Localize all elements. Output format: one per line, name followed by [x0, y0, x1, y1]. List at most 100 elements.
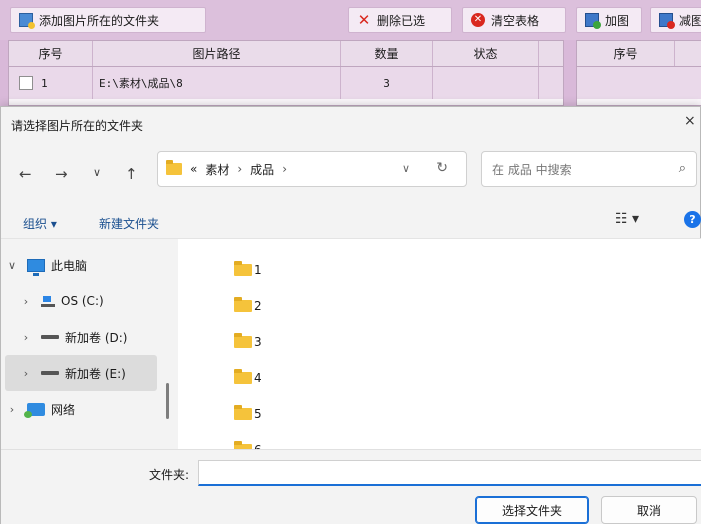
os-drive-icon — [41, 295, 55, 307]
select-folder-button[interactable]: 选择文件夹 — [475, 496, 589, 524]
col-extra — [539, 41, 563, 66]
tree-item-drive-d[interactable]: › 新加卷 (D:) — [5, 319, 157, 355]
tree-item-this-pc[interactable]: ∨ 此电脑 — [5, 247, 157, 283]
tree-scrollbar[interactable] — [166, 383, 169, 419]
folder-icon — [234, 261, 252, 276]
new-folder-button[interactable]: 新建文件夹 — [99, 215, 159, 232]
add-folder-button[interactable]: 添加图片所在的文件夹 — [10, 7, 206, 33]
list-item[interactable]: 2 — [234, 297, 262, 313]
add-image-button[interactable]: 加图 — [576, 7, 642, 33]
folder-icon — [234, 369, 252, 384]
app-toolbar: 添加图片所在的文件夹 ✕ 删除已选 ✕ 清空表格 加图 减图 — [0, 0, 701, 40]
back-icon[interactable]: ← — [19, 165, 32, 183]
folder-name: 3 — [254, 335, 262, 349]
search-icon[interactable]: ⌕ — [679, 161, 686, 176]
drive-icon — [41, 371, 59, 375]
folder-name: 2 — [254, 299, 262, 313]
col-index[interactable]: 序号 — [9, 41, 93, 66]
dialog-title: 请选择图片所在的文件夹 — [11, 119, 144, 133]
secondary-col-index[interactable]: 序号 — [577, 41, 675, 66]
remove-image-label: 减图 — [679, 13, 701, 28]
tree-item-drive-e[interactable]: › 新加卷 (E:) — [5, 355, 157, 391]
network-icon — [24, 402, 45, 418]
add-folder-label: 添加图片所在的文件夹 — [39, 13, 160, 28]
organize-menu[interactable]: 组织 ▾ — [23, 215, 57, 232]
image-table: 序号 图片路径 数量 状态 1 E:\素材\成品\8 3 — [8, 40, 564, 106]
folder-icon — [234, 333, 252, 348]
breadcrumb-separator[interactable]: › — [282, 162, 287, 176]
breadcrumb-overflow[interactable]: « — [190, 162, 197, 176]
col-path[interactable]: 图片路径 — [93, 41, 341, 66]
row-extra — [539, 67, 563, 99]
row-index-cell: 1 — [9, 67, 93, 99]
chevron-right-icon[interactable]: › — [19, 295, 33, 308]
tree-item-drive-c[interactable]: › OS (C:) — [5, 283, 157, 319]
drive-icon — [41, 335, 59, 339]
row-path: E:\素材\成品\8 — [93, 67, 341, 99]
file-list: 1 2 3 4 5 6 — [178, 239, 701, 449]
list-item[interactable]: 4 — [234, 369, 262, 385]
chevron-down-icon[interactable]: ∨ — [5, 259, 19, 272]
col-status[interactable]: 状态 — [433, 41, 539, 66]
cancel-button[interactable]: 取消 — [601, 496, 697, 524]
clear-icon: ✕ — [471, 13, 485, 27]
row-count: 3 — [341, 67, 433, 99]
chevron-right-icon[interactable]: › — [5, 403, 19, 416]
recent-locations-icon[interactable]: ∨ — [93, 166, 101, 179]
navigation-tree: ∨ 此电脑 › OS (C:) › 新加卷 (D:) › 新加卷 (E:) › … — [1, 239, 171, 449]
list-item[interactable]: 3 — [234, 333, 262, 349]
view-options-icon[interactable]: ☷ ▾ — [615, 211, 639, 227]
row-index: 1 — [41, 76, 48, 90]
tree-item-label: OS (C:) — [61, 294, 104, 308]
search-placeholder: 在 成品 中搜索 — [492, 162, 572, 177]
refresh-icon[interactable]: ↻ — [436, 160, 448, 176]
tree-item-label: 此电脑 — [51, 258, 88, 273]
secondary-table-row — [577, 67, 701, 99]
folder-icon — [234, 297, 252, 312]
table-header: 序号 图片路径 数量 状态 — [9, 41, 563, 67]
add-image-icon — [585, 13, 601, 29]
clear-table-button[interactable]: ✕ 清空表格 — [462, 7, 566, 33]
close-icon[interactable]: × — [684, 113, 698, 129]
tree-item-network[interactable]: › 网络 — [5, 391, 157, 427]
chevron-right-icon[interactable]: › — [19, 367, 33, 380]
add-folder-icon — [19, 13, 35, 29]
row-status — [433, 67, 539, 99]
folder-icon — [234, 405, 252, 420]
breadcrumb-separator[interactable]: › — [237, 162, 242, 176]
folder-name-label: 文件夹: — [149, 468, 190, 482]
folder-name: 5 — [254, 407, 262, 421]
list-item[interactable]: 5 — [234, 405, 262, 421]
delete-selected-label: 删除已选 — [377, 13, 426, 28]
secondary-table-header: 序号 — [577, 41, 701, 67]
folder-name: 4 — [254, 371, 262, 385]
pc-icon — [27, 258, 45, 276]
chevron-right-icon[interactable]: › — [19, 331, 33, 344]
clear-table-label: 清空表格 — [491, 13, 540, 28]
col-count[interactable]: 数量 — [341, 41, 433, 66]
folder-icon — [166, 160, 182, 175]
folder-name: 1 — [254, 263, 262, 277]
remove-image-icon — [659, 13, 675, 29]
search-input[interactable]: 在 成品 中搜索 ⌕ — [481, 151, 697, 187]
dialog-footer: 文件夹: 选择文件夹 取消 — [1, 449, 701, 524]
forward-icon[interactable]: → — [55, 165, 68, 183]
delete-icon: ✕ — [357, 11, 371, 29]
add-image-label: 加图 — [605, 13, 630, 28]
address-bar[interactable]: « 素材 › 成品 › ∨ ↻ — [157, 151, 467, 187]
address-dropdown-icon[interactable]: ∨ — [402, 162, 410, 175]
remove-image-button[interactable]: 减图 — [650, 7, 701, 33]
list-item[interactable]: 1 — [234, 261, 262, 277]
help-icon[interactable]: ? — [684, 211, 701, 228]
row-checkbox[interactable] — [19, 76, 33, 90]
tree-item-label: 网络 — [51, 402, 76, 417]
folder-name-input[interactable] — [198, 460, 701, 486]
tree-item-label: 新加卷 (E:) — [65, 366, 126, 381]
delete-selected-button[interactable]: ✕ 删除已选 — [348, 7, 452, 33]
breadcrumb-item[interactable]: 素材 — [205, 161, 229, 178]
breadcrumb-item[interactable]: 成品 — [250, 161, 274, 178]
up-icon[interactable]: ↑ — [125, 165, 138, 183]
folder-picker-dialog: 请选择图片所在的文件夹 × ← → ∨ ↑ « 素材 › 成品 › ∨ ↻ 在 … — [0, 106, 701, 524]
tree-item-label: 新加卷 (D:) — [65, 330, 128, 345]
table-row[interactable]: 1 E:\素材\成品\8 3 — [9, 67, 563, 99]
